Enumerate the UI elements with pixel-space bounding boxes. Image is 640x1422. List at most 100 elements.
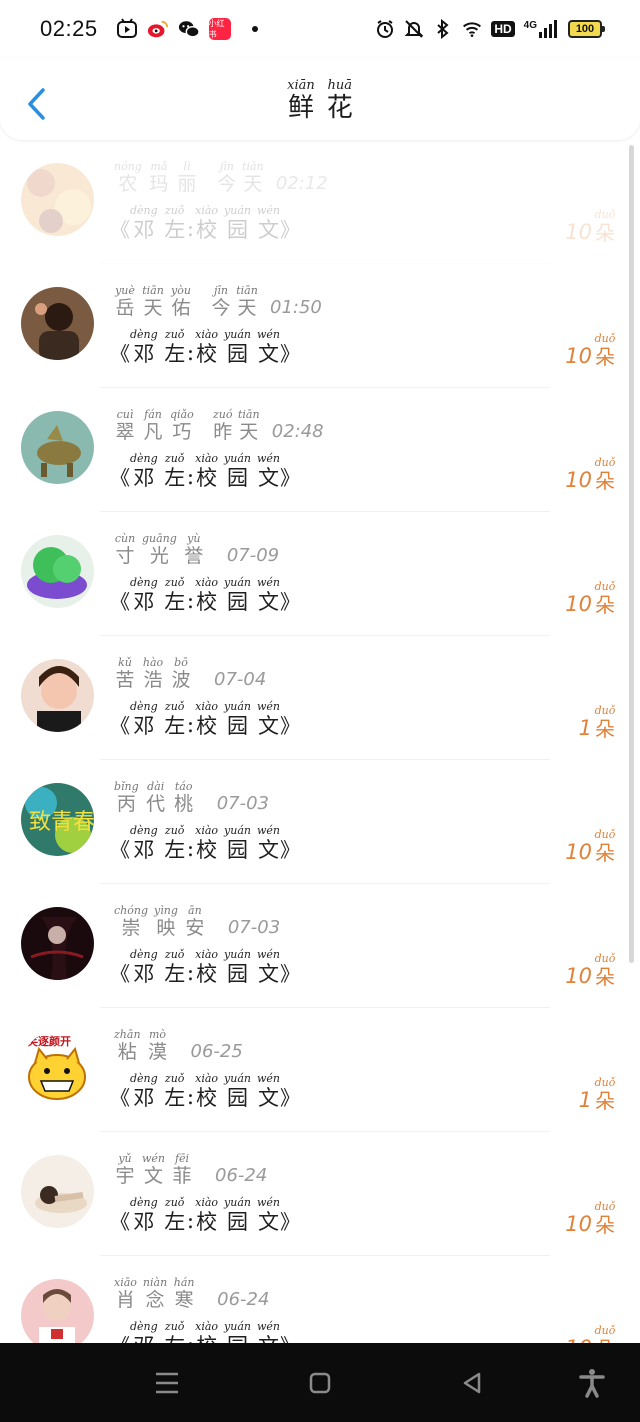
close-quote: 》 xyxy=(279,838,300,862)
hanzi: 波 xyxy=(171,669,191,691)
pinyin: yuán xyxy=(224,452,251,465)
list-item[interactable]: xiāo肖 niàn念 hán寒 06-24 《dèng邓 zuǒ左:xiào校 yuán园… xyxy=(0,1256,640,1343)
avatar[interactable] xyxy=(21,163,94,236)
avatar[interactable] xyxy=(21,1155,94,1228)
work-char: wén文 xyxy=(257,204,280,243)
pinyin: xiào xyxy=(195,700,219,713)
avatar[interactable] xyxy=(21,411,94,484)
hanzi: 邓 xyxy=(133,1210,155,1234)
title-colon: : xyxy=(186,341,195,366)
relative-day: jīn 今 tiān 天 xyxy=(210,284,258,319)
list-item[interactable]: chóng 崇 yìng 映 ān 安 07-03 《 dèng 邓 zuǒ 左: xiào 校 yuán 园… xyxy=(0,884,640,1008)
home-button[interactable] xyxy=(300,1365,340,1401)
avatar[interactable] xyxy=(21,535,94,608)
title-colon: : xyxy=(186,217,195,242)
wechat-icon xyxy=(178,18,200,40)
avatar[interactable] xyxy=(21,659,94,732)
hanzi: 念 xyxy=(145,1289,165,1311)
hanzi: 鲜 xyxy=(287,93,314,123)
count-number: 10 xyxy=(565,220,592,244)
hanzi: 安 xyxy=(185,917,205,939)
hanzi: 朵 xyxy=(595,345,615,369)
list-item[interactable]: cuì 翠 fán 凡 qiǎo 巧 zuó 昨 tiān 天 02:48 《 dèng 邓 zuǒ 左: xi… xyxy=(0,388,640,512)
list-item[interactable]: 笑逐颜开 zhān 粘 mò 漠 06-25 《 dèng 邓 zuǒ 左: xiào 校 yuán 园 wé… xyxy=(0,1008,640,1132)
book-title: 《dèng邓zuǒ左:xiào校yuán园wén文》 xyxy=(110,948,300,987)
mute-icon xyxy=(404,19,424,39)
pinyin: zuǒ xyxy=(164,452,185,465)
book-author: dèng邓 zuǒ左 xyxy=(130,948,186,987)
menu-button[interactable] xyxy=(147,1365,187,1401)
hanzi: 巧 xyxy=(172,421,192,443)
pinyin: duǒ xyxy=(594,704,616,717)
hanzi: 文 xyxy=(257,466,279,490)
sender-name: kǔ 苦 hào 浩 bō 波 xyxy=(114,656,192,691)
pinyin: xiào xyxy=(195,1320,219,1333)
accessibility-icon xyxy=(579,1369,605,1398)
list-item[interactable]: 致青春 bǐng 丙 dài 代 táo 桃 07-03 《 dèng 邓 zuǒ 左: xiào 校 yuá… xyxy=(0,760,640,884)
book-title: 《dèng邓zuǒ左:xiào校yuán园wén文》 xyxy=(110,824,300,863)
hanzi: 邓 xyxy=(133,466,155,490)
close-quote: 》 xyxy=(279,466,300,490)
hanzi: 园 xyxy=(226,590,248,614)
unit-char: duǒ朵 xyxy=(594,828,616,865)
list-item[interactable]: cùn 寸 guāng 光 yù 誉 07-09 《 dèng 邓 zuǒ 左: xiào 校 yuán 园 w… xyxy=(0,512,640,636)
avatar[interactable]: 致青春 xyxy=(21,783,94,856)
author-char: dèng邓 xyxy=(130,1196,158,1235)
bluetooth-icon xyxy=(433,19,453,39)
pinyin: wén xyxy=(256,452,280,465)
open-quote: 《 xyxy=(110,1210,130,1234)
timestamp: 02:48 xyxy=(271,421,324,442)
flower-count: 1 duǒ 朵 xyxy=(579,1076,616,1113)
accessibility-button[interactable] xyxy=(572,1365,612,1401)
back-nav-button[interactable] xyxy=(452,1365,492,1401)
author-char: dèng邓 xyxy=(130,576,158,615)
pinyin: duǒ xyxy=(594,456,616,469)
avatar[interactable] xyxy=(21,287,94,360)
hanzi: 丙 xyxy=(116,793,136,815)
avatar[interactable]: 笑逐颜开 xyxy=(21,1031,94,1104)
pinyin: yuè xyxy=(115,284,135,297)
list-item[interactable]: nóng 农 mǎ 玛 lì 丽 jīn 今 tiān 天 02:12 《 dèng 邓 zuǒ 左: xiào… xyxy=(0,140,640,264)
relative-day: zuó 昨 tiān 天 xyxy=(212,408,260,443)
sender-line: yuè 岳 tiān 天 yòu 佑 jīn 今 tiān 天 01:50 xyxy=(114,284,322,319)
work-char: xiào校 xyxy=(195,576,218,615)
pinyin: xiào xyxy=(195,1196,219,1209)
pinyin: duǒ xyxy=(594,1324,616,1337)
pinyin: yù xyxy=(187,532,201,545)
hanzi: 左 xyxy=(164,342,186,366)
pinyin: xiào xyxy=(195,1072,219,1085)
list-item[interactable]: yuè 岳 tiān 天 yòu 佑 jīn 今 tiān 天 01:50 《 dèng 邓 zuǒ 左: xi… xyxy=(0,264,640,388)
book-author: dèng邓 zuǒ左 xyxy=(130,1072,186,1111)
unit-char: duǒ朵 xyxy=(594,208,616,245)
unit-char: duǒ朵 xyxy=(594,1200,616,1237)
open-quote: 《 xyxy=(110,590,130,614)
author-char: zuǒ左 xyxy=(164,948,186,987)
scrollbar[interactable] xyxy=(629,145,634,963)
count-number: 10 xyxy=(565,1335,592,1343)
name-char: yìng 映 xyxy=(154,904,178,939)
day-char: tiān 天 xyxy=(236,284,258,319)
pinyin: yuán xyxy=(224,204,251,217)
pinyin: duǒ xyxy=(594,1076,616,1089)
open-quote: 《 xyxy=(110,714,130,738)
work-char: yuán园 xyxy=(224,824,251,863)
name-char: dài 代 xyxy=(145,780,167,815)
avatar[interactable] xyxy=(21,1279,94,1343)
pinyin: xiāo xyxy=(114,1276,137,1289)
signal-icon: 4G xyxy=(524,20,559,38)
work-char: xiào校 xyxy=(195,1320,218,1343)
hanzi: 左 xyxy=(164,466,186,490)
flower-list: nóng 农 mǎ 玛 lì 丽 jīn 今 tiān 天 02:12 《 dèng 邓 zuǒ 左: xiào… xyxy=(0,140,640,1343)
hanzi: 粘 xyxy=(117,1041,137,1063)
hanzi: 园 xyxy=(226,466,248,490)
pinyin: wén xyxy=(256,824,280,837)
list-item[interactable]: kǔ 苦 hào 浩 bō 波 07-04 《 dèng 邓 zuǒ 左: xiào 校 yuán 园 wén 文… xyxy=(0,636,640,760)
hanzi: 文 xyxy=(257,1086,279,1110)
list-item[interactable]: yǔ 宇 wén 文 fēi 菲 06-24 《 dèng 邓 zuǒ 左: xiào 校 yuán 园 wén… xyxy=(0,1132,640,1256)
battery-icon: 100 xyxy=(568,20,605,38)
pinyin: dèng xyxy=(130,204,158,217)
hanzi: 光 xyxy=(149,545,169,567)
sender-name: yǔ 宇 wén 文 fēi 菲 xyxy=(114,1152,193,1187)
avatar[interactable] xyxy=(21,907,94,980)
book-title: 《dèng邓zuǒ左:xiào校yuán园wén文》 xyxy=(110,1196,300,1235)
